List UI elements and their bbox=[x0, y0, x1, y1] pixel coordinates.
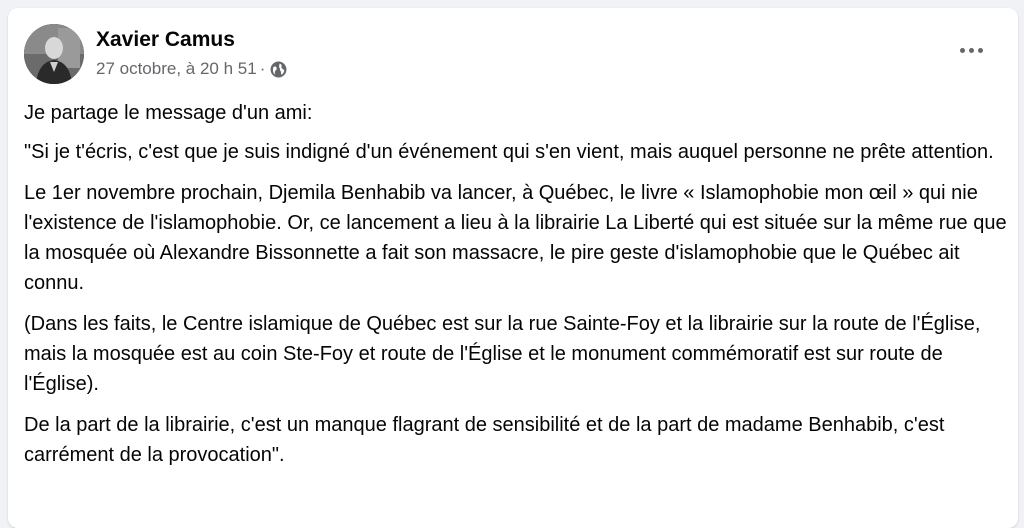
post-card: Xavier Camus 27 octobre, à 20 h 51 · Je … bbox=[8, 8, 1018, 528]
more-options-icon bbox=[959, 47, 965, 53]
post-paragraph: "Si je t'écris, c'est que je suis indign… bbox=[24, 141, 994, 163]
post-paragraph: (Dans les faits, le Centre islamique de … bbox=[24, 313, 981, 395]
post-timestamp[interactable]: 27 octobre, à 20 h 51 bbox=[96, 58, 257, 80]
post-paragraph: De la part de la librairie, c'est un man… bbox=[24, 414, 945, 466]
avatar-photo bbox=[24, 24, 84, 84]
post-text: Je partage le message d'un ami: "Si je t… bbox=[24, 98, 1009, 481]
avatar[interactable] bbox=[24, 24, 84, 84]
meta-separator: · bbox=[259, 59, 266, 78]
globe-icon[interactable] bbox=[270, 61, 287, 78]
more-options-button[interactable] bbox=[954, 38, 988, 62]
more-options-icon bbox=[968, 47, 974, 53]
author-name[interactable]: Xavier Camus bbox=[96, 28, 235, 52]
post-paragraph: Le 1er novembre prochain, Djemila Benhab… bbox=[24, 182, 1007, 294]
more-options-icon bbox=[977, 47, 983, 53]
post-paragraph: Je partage le message d'un ami: bbox=[24, 102, 313, 124]
post-meta: 27 octobre, à 20 h 51 · bbox=[96, 58, 287, 80]
